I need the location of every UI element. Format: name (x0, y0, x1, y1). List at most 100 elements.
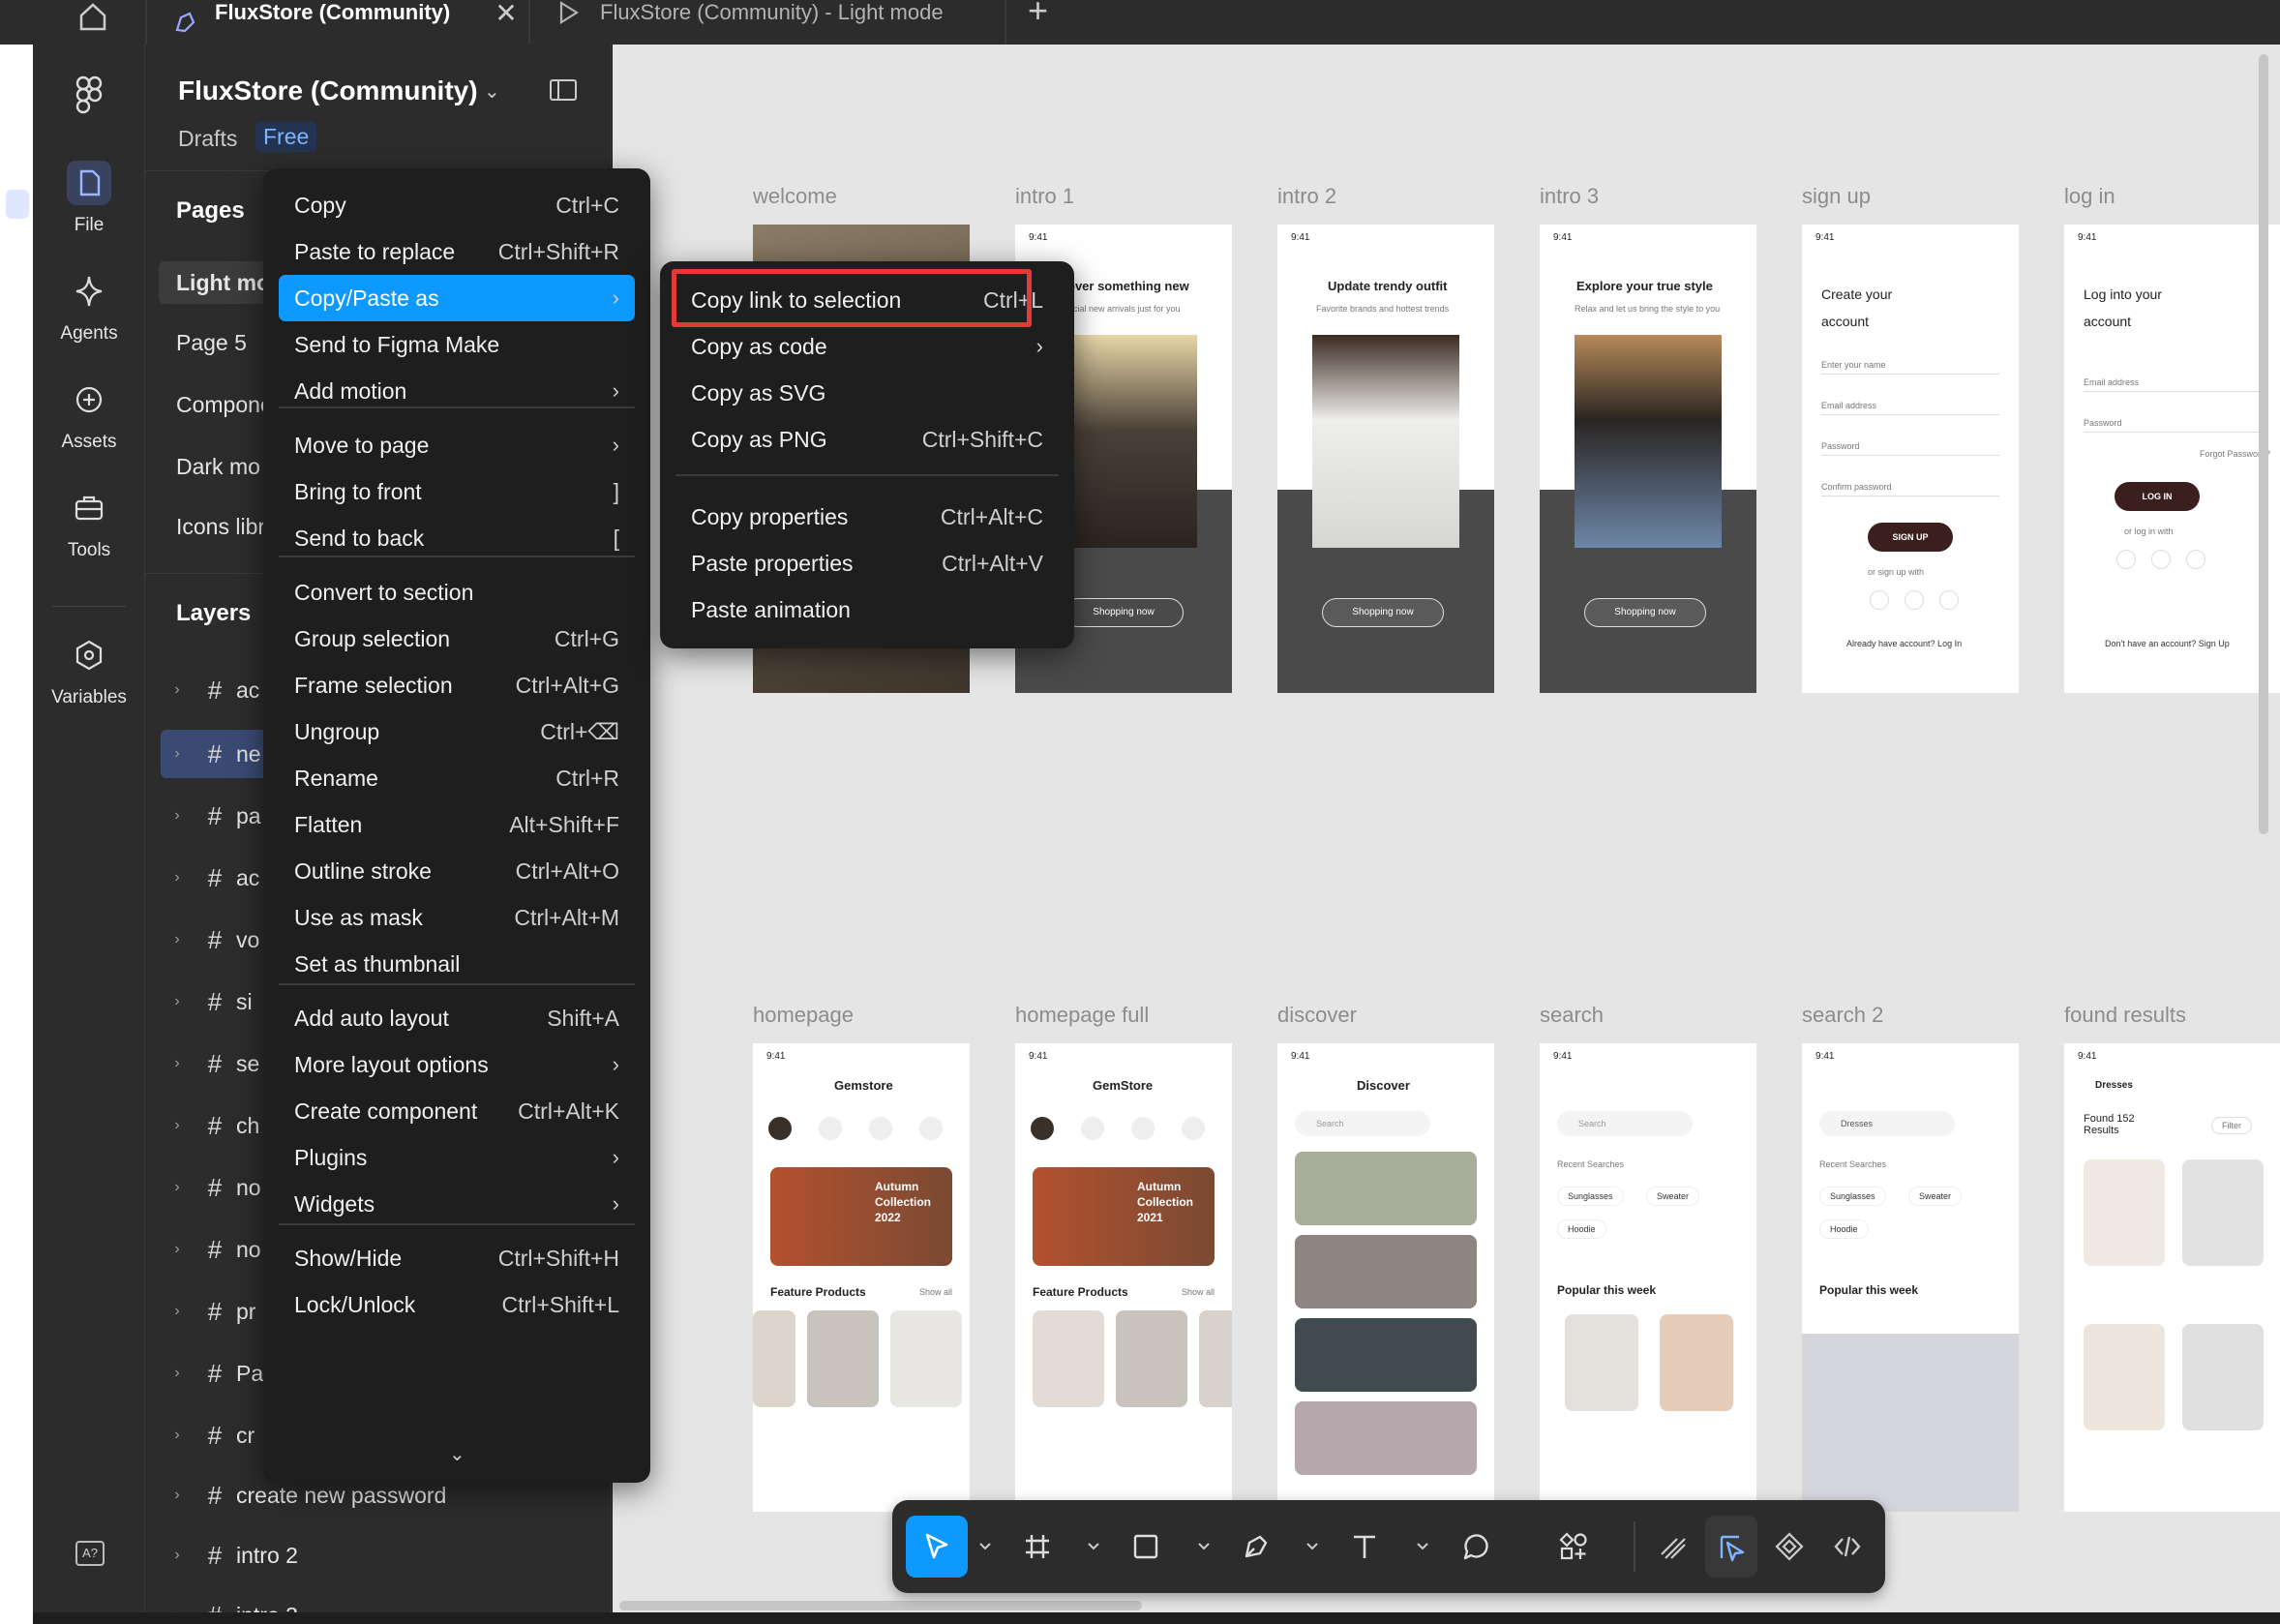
search-chip[interactable]: Sweater (1908, 1187, 1963, 1206)
show-all-link[interactable]: Show all (919, 1287, 952, 1297)
menu-item-show-hide[interactable]: Show/Hide Ctrl+Shift+H (279, 1235, 635, 1281)
dev-mode-toggle[interactable] (1821, 1516, 1874, 1578)
facebook-icon[interactable] (2186, 550, 2205, 569)
search-chip[interactable]: Sunglasses (1819, 1187, 1886, 1206)
google-icon[interactable] (2151, 550, 2171, 569)
submenu-item-paste-animation[interactable]: Paste animation (675, 586, 1059, 633)
figma-logo-icon[interactable] (72, 74, 106, 118)
text-tool[interactable] (1334, 1516, 1395, 1578)
home-icon[interactable] (74, 0, 112, 35)
chevron-right-icon[interactable]: › (161, 1487, 194, 1504)
comment-tool[interactable] (1444, 1516, 1506, 1578)
product-card[interactable] (890, 1310, 962, 1407)
chevron-down-icon[interactable]: ⌄ (449, 1442, 465, 1466)
chevron-down-icon[interactable] (977, 1539, 993, 1554)
chevron-right-icon[interactable]: › (161, 993, 194, 1010)
on-screen-keyboard[interactable] (1802, 1334, 2019, 1512)
menu-item-lock-unlock[interactable]: Lock/Unlock Ctrl+Shift+L (279, 1281, 635, 1328)
frame-label[interactable]: homepage full (1015, 1003, 1149, 1028)
chevron-right-icon[interactable]: › (161, 1241, 194, 1258)
file-title[interactable]: FluxStore (Community) (178, 75, 478, 106)
draw-mode-toggle[interactable] (1647, 1516, 1699, 1578)
submenu-item-copy-as-png[interactable]: Copy as PNG Ctrl+Shift+C (675, 416, 1059, 463)
category-card[interactable] (1295, 1152, 1477, 1225)
autumn-banner[interactable]: Autumn Collection 2021 (1033, 1167, 1215, 1266)
facebook-icon[interactable] (1939, 590, 1959, 610)
frame-discover[interactable]: 9:41 Discover Search (1277, 1043, 1494, 1512)
chevron-down-icon[interactable] (1086, 1539, 1101, 1554)
search-input[interactable]: Dresses (1819, 1111, 1955, 1136)
product-card[interactable] (753, 1310, 795, 1407)
submenu-item-copy-properties[interactable]: Copy properties Ctrl+Alt+C (675, 494, 1059, 540)
drafts-link[interactable]: Drafts (178, 126, 237, 152)
submenu-item-paste-properties[interactable]: Paste properties Ctrl+Alt+V (675, 540, 1059, 586)
product-card[interactable] (807, 1310, 879, 1407)
chevron-down-icon[interactable] (1305, 1539, 1320, 1554)
login-footer[interactable]: Don't have an account? Sign Up (2105, 639, 2230, 648)
search-chip[interactable]: Sweater (1646, 1187, 1700, 1206)
tab-light-mode[interactable]: FluxStore (Community) - Light mode (555, 0, 944, 45)
product-card[interactable] (2182, 1324, 2264, 1430)
vertical-scrollbar[interactable] (2259, 54, 2268, 834)
frame-tool[interactable] (1006, 1516, 1068, 1578)
menu-item-outline-stroke[interactable]: Outline stroke Ctrl+Alt+O (279, 848, 635, 894)
shape-tool[interactable] (1115, 1516, 1177, 1578)
design-mode-toggle[interactable] (1705, 1516, 1757, 1578)
product-card[interactable] (1033, 1310, 1104, 1407)
password-field[interactable]: Password (2084, 418, 2262, 433)
apple-icon[interactable] (2116, 550, 2136, 569)
chevron-right-icon[interactable]: › (161, 807, 194, 825)
chevron-right-icon[interactable]: › (161, 931, 194, 948)
login-button[interactable]: LOG IN (2115, 482, 2200, 511)
chevron-right-icon[interactable]: › (161, 1055, 194, 1072)
product-card[interactable] (1116, 1310, 1187, 1407)
chevron-right-icon[interactable]: › (161, 1117, 194, 1134)
menu-item-move-to-page[interactable]: Move to page › (279, 422, 635, 468)
submenu-item-copy-as-code[interactable]: Copy as code › (675, 323, 1059, 370)
frame-intro-2[interactable]: 9:41 Update trendy outfit Favorite brand… (1277, 225, 1494, 693)
signup-button[interactable]: SIGN UP (1868, 523, 1953, 552)
panel-toggle-icon[interactable] (550, 79, 577, 101)
plan-badge[interactable]: Free (255, 122, 317, 152)
chevron-down-icon[interactable] (1196, 1539, 1212, 1554)
menu-item-convert-to-section[interactable]: Convert to section (279, 569, 635, 616)
chevron-down-icon[interactable]: ⌄ (484, 79, 500, 104)
menu-item-more-layout-options[interactable]: More layout options › (279, 1041, 635, 1088)
search-input[interactable]: Search (1557, 1111, 1693, 1136)
search-chip[interactable]: Hoodie (1819, 1219, 1869, 1239)
chevron-right-icon[interactable]: › (161, 1427, 194, 1444)
menu-item-copy[interactable]: Copy Ctrl+C (279, 182, 635, 228)
pen-tool[interactable] (1225, 1516, 1287, 1578)
menu-item-group-selection[interactable]: Group selection Ctrl+G (279, 616, 635, 662)
shopping-now-button[interactable]: Shopping now (1064, 598, 1184, 627)
chevron-right-icon[interactable]: › (161, 1547, 194, 1564)
chevron-down-icon[interactable] (1415, 1539, 1430, 1554)
chevron-right-icon[interactable]: › (161, 1365, 194, 1382)
menu-item-rename[interactable]: Rename Ctrl+R (279, 755, 635, 801)
rail-tools[interactable]: Tools (33, 486, 145, 561)
move-tool[interactable] (906, 1516, 968, 1578)
frame-homepage-full[interactable]: 9:41 GemStore Autumn Collection 2021 Fea… (1015, 1043, 1232, 1512)
frame-label[interactable]: found results (2064, 1003, 2186, 1028)
prototype-mode-toggle[interactable] (1763, 1516, 1815, 1578)
category-card[interactable] (1295, 1235, 1477, 1308)
close-icon[interactable]: ✕ (495, 0, 517, 29)
shopping-now-button[interactable]: Shopping now (1584, 598, 1706, 627)
product-card[interactable] (2084, 1324, 2165, 1430)
menu-item-ungroup[interactable]: Ungroup Ctrl+⌫ (279, 708, 635, 755)
frame-label[interactable]: discover (1277, 1003, 1357, 1028)
submenu-item-copy-as-svg[interactable]: Copy as SVG (675, 370, 1059, 416)
menu-item-flatten[interactable]: Flatten Alt+Shift+F (279, 801, 635, 848)
shopping-now-button[interactable]: Shopping now (1322, 598, 1444, 627)
menu-item-widgets[interactable]: Widgets › (279, 1181, 635, 1227)
name-field[interactable]: Enter your name (1821, 360, 1999, 375)
apple-icon[interactable] (1870, 590, 1889, 610)
rail-assets[interactable]: Assets (33, 377, 145, 453)
frame-label[interactable]: intro 2 (1277, 184, 1336, 209)
menu-item-set-as-thumbnail[interactable]: Set as thumbnail (279, 941, 635, 987)
product-card[interactable] (1199, 1310, 1232, 1407)
menu-item-create-component[interactable]: Create component Ctrl+Alt+K (279, 1088, 635, 1134)
frame-label[interactable]: homepage (753, 1003, 854, 1028)
rail-agents[interactable]: Agents (33, 269, 145, 345)
google-icon[interactable] (1905, 590, 1924, 610)
